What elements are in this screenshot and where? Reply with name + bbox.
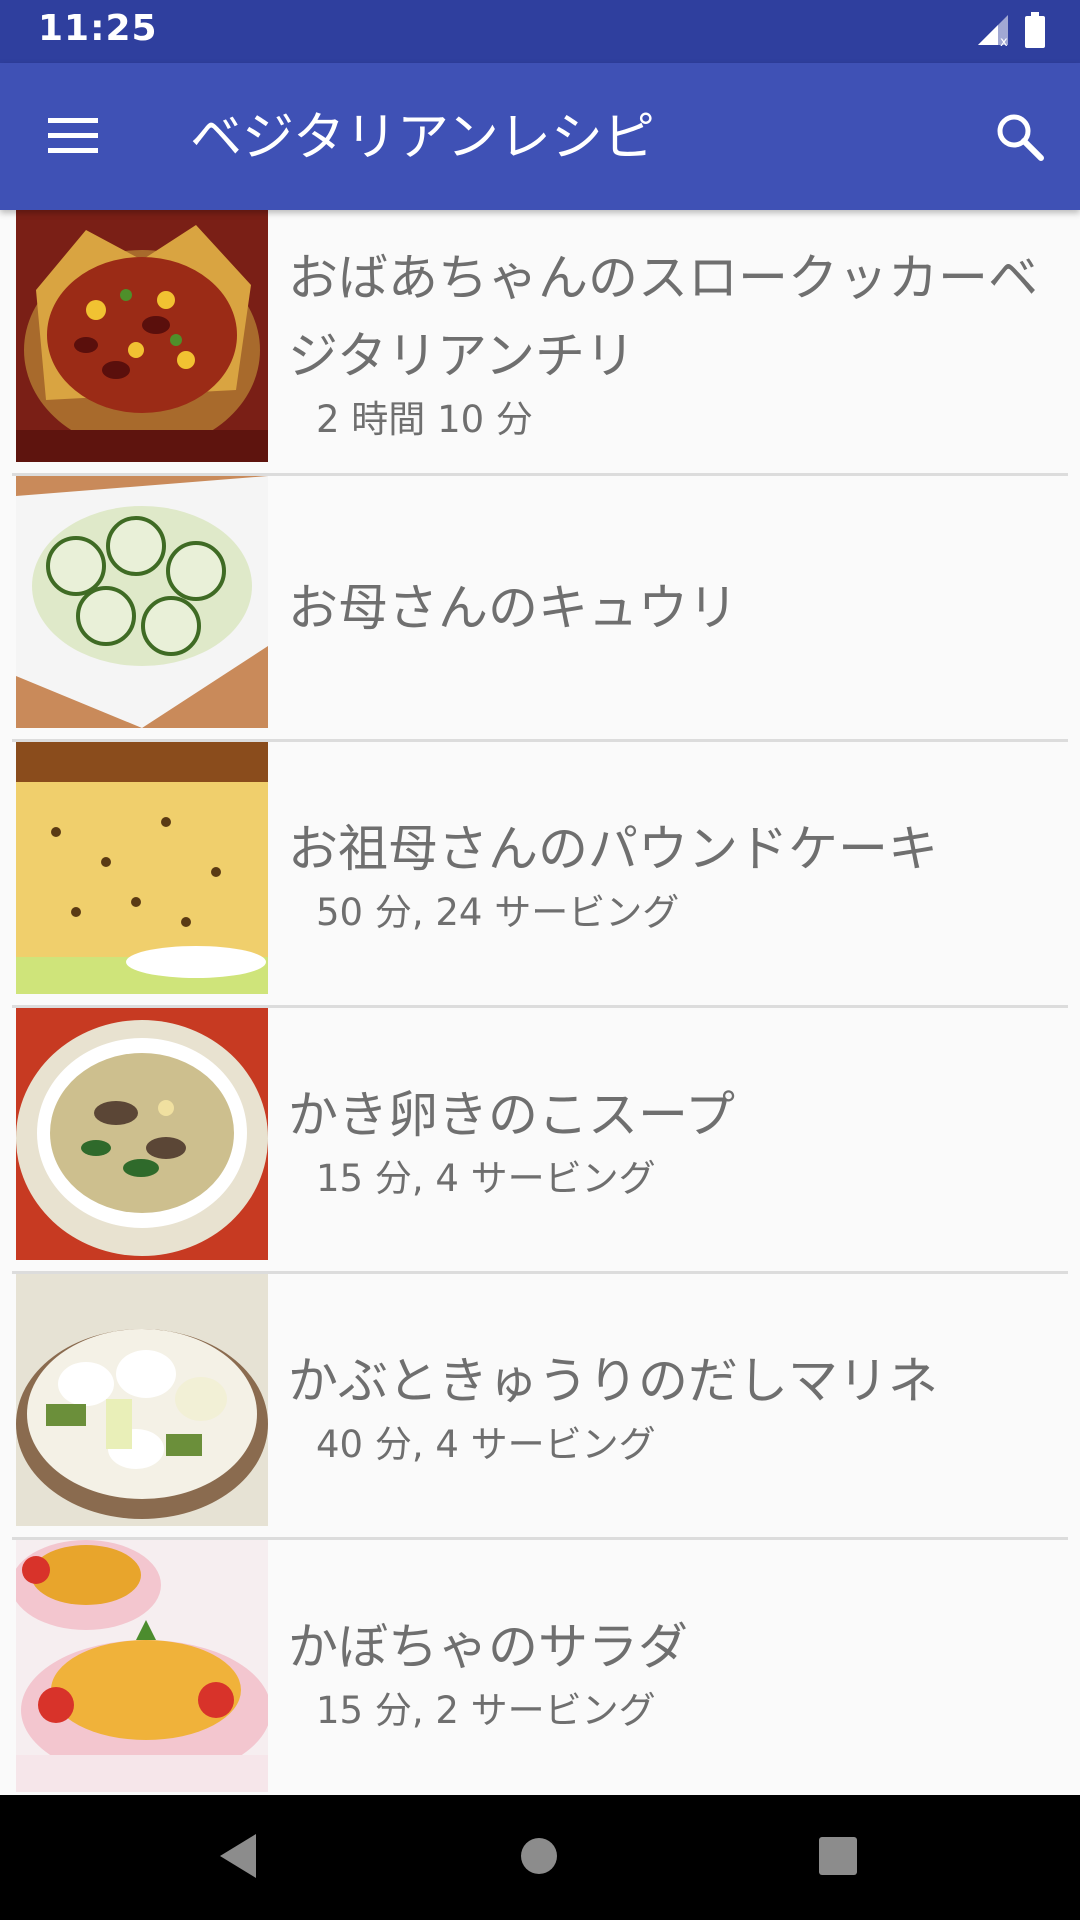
status-icons: x [976,12,1046,52]
recipe-title: お祖母さんのパウンドケーキ [288,819,938,878]
recipe-title: かき卵きのこスープ [288,1085,735,1144]
recents-button[interactable] [805,1825,871,1891]
recipe-meta: 15 分, 2 サービング [316,1688,656,1732]
home-icon [519,1836,559,1880]
recipe-thumbnail [16,1008,268,1260]
recipe-thumbnail [16,476,268,728]
recipe-title: かぼちゃのサラダ [288,1617,688,1676]
recipe-item[interactable]: お祖母さんのパウンドケーキ 50 分, 24 サービング [12,742,1068,1008]
status-bar: 11:25 x [0,0,1080,63]
app-bar: ベジタリアンレシピ [0,63,1080,210]
recipe-text: かぼちゃのサラダ 15 分, 2 サービング [288,1540,1058,1795]
recipe-thumbnail [16,1540,268,1792]
svg-text:x: x [1000,35,1008,47]
app-title: ベジタリアンレシピ [190,108,655,168]
recipe-title: かぶときゅうりのだしマリネ [288,1351,938,1410]
recipe-text: かぶときゅうりのだしマリネ 40 分, 4 サービング [288,1274,1058,1537]
recipe-thumbnail [16,742,268,994]
recipe-text: お母さんのキュウリ [288,476,1058,739]
search-icon [994,111,1046,167]
recipe-text: お祖母さんのパウンドケーキ 50 分, 24 サービング [288,742,1058,1005]
recipe-meta: 2 時間 10 分 [316,397,533,441]
recipe-thumbnail [16,1274,268,1526]
recipe-text: おばあちゃんのスロークッカーベジタリアンチリ 2 時間 10 分 [288,210,1058,473]
recipe-meta: 40 分, 4 サービング [316,1422,656,1466]
recipe-item[interactable]: かぼちゃのサラダ 15 分, 2 サービング [12,1540,1068,1795]
recipe-text: かき卵きのこスープ 15 分, 4 サービング [288,1008,1058,1271]
recipe-title: お母さんのキュウリ [288,578,738,637]
signal-icon: x [976,13,1010,51]
recipe-item[interactable]: かぶときゅうりのだしマリネ 40 分, 4 サービング [12,1274,1068,1540]
battery-icon [1024,12,1046,52]
recents-icon [818,1836,858,1880]
recipe-meta: 50 分, 24 サービング [316,890,680,934]
menu-button[interactable] [28,103,118,173]
recipe-title: おばあちゃんのスロークッカーベジタリアンチリ [288,248,1038,385]
recipe-thumbnail [16,210,268,462]
home-button[interactable] [506,1825,572,1891]
recipe-item[interactable]: お母さんのキュウリ [12,476,1068,742]
recipe-item[interactable]: かき卵きのこスープ 15 分, 4 サービング [12,1008,1068,1274]
status-time: 11:25 [38,8,158,49]
recipe-meta: 15 分, 4 サービング [316,1156,656,1200]
recipe-list: おばあちゃんのスロークッカーベジタリアンチリ 2 時間 10 分 お母さんのキュ… [0,210,1080,1795]
back-icon [216,1832,260,1884]
menu-icon [46,116,100,160]
recipe-item[interactable]: おばあちゃんのスロークッカーベジタリアンチリ 2 時間 10 分 [12,210,1068,476]
back-button[interactable] [205,1825,271,1891]
search-button[interactable] [980,99,1060,179]
navigation-bar [0,1795,1080,1920]
